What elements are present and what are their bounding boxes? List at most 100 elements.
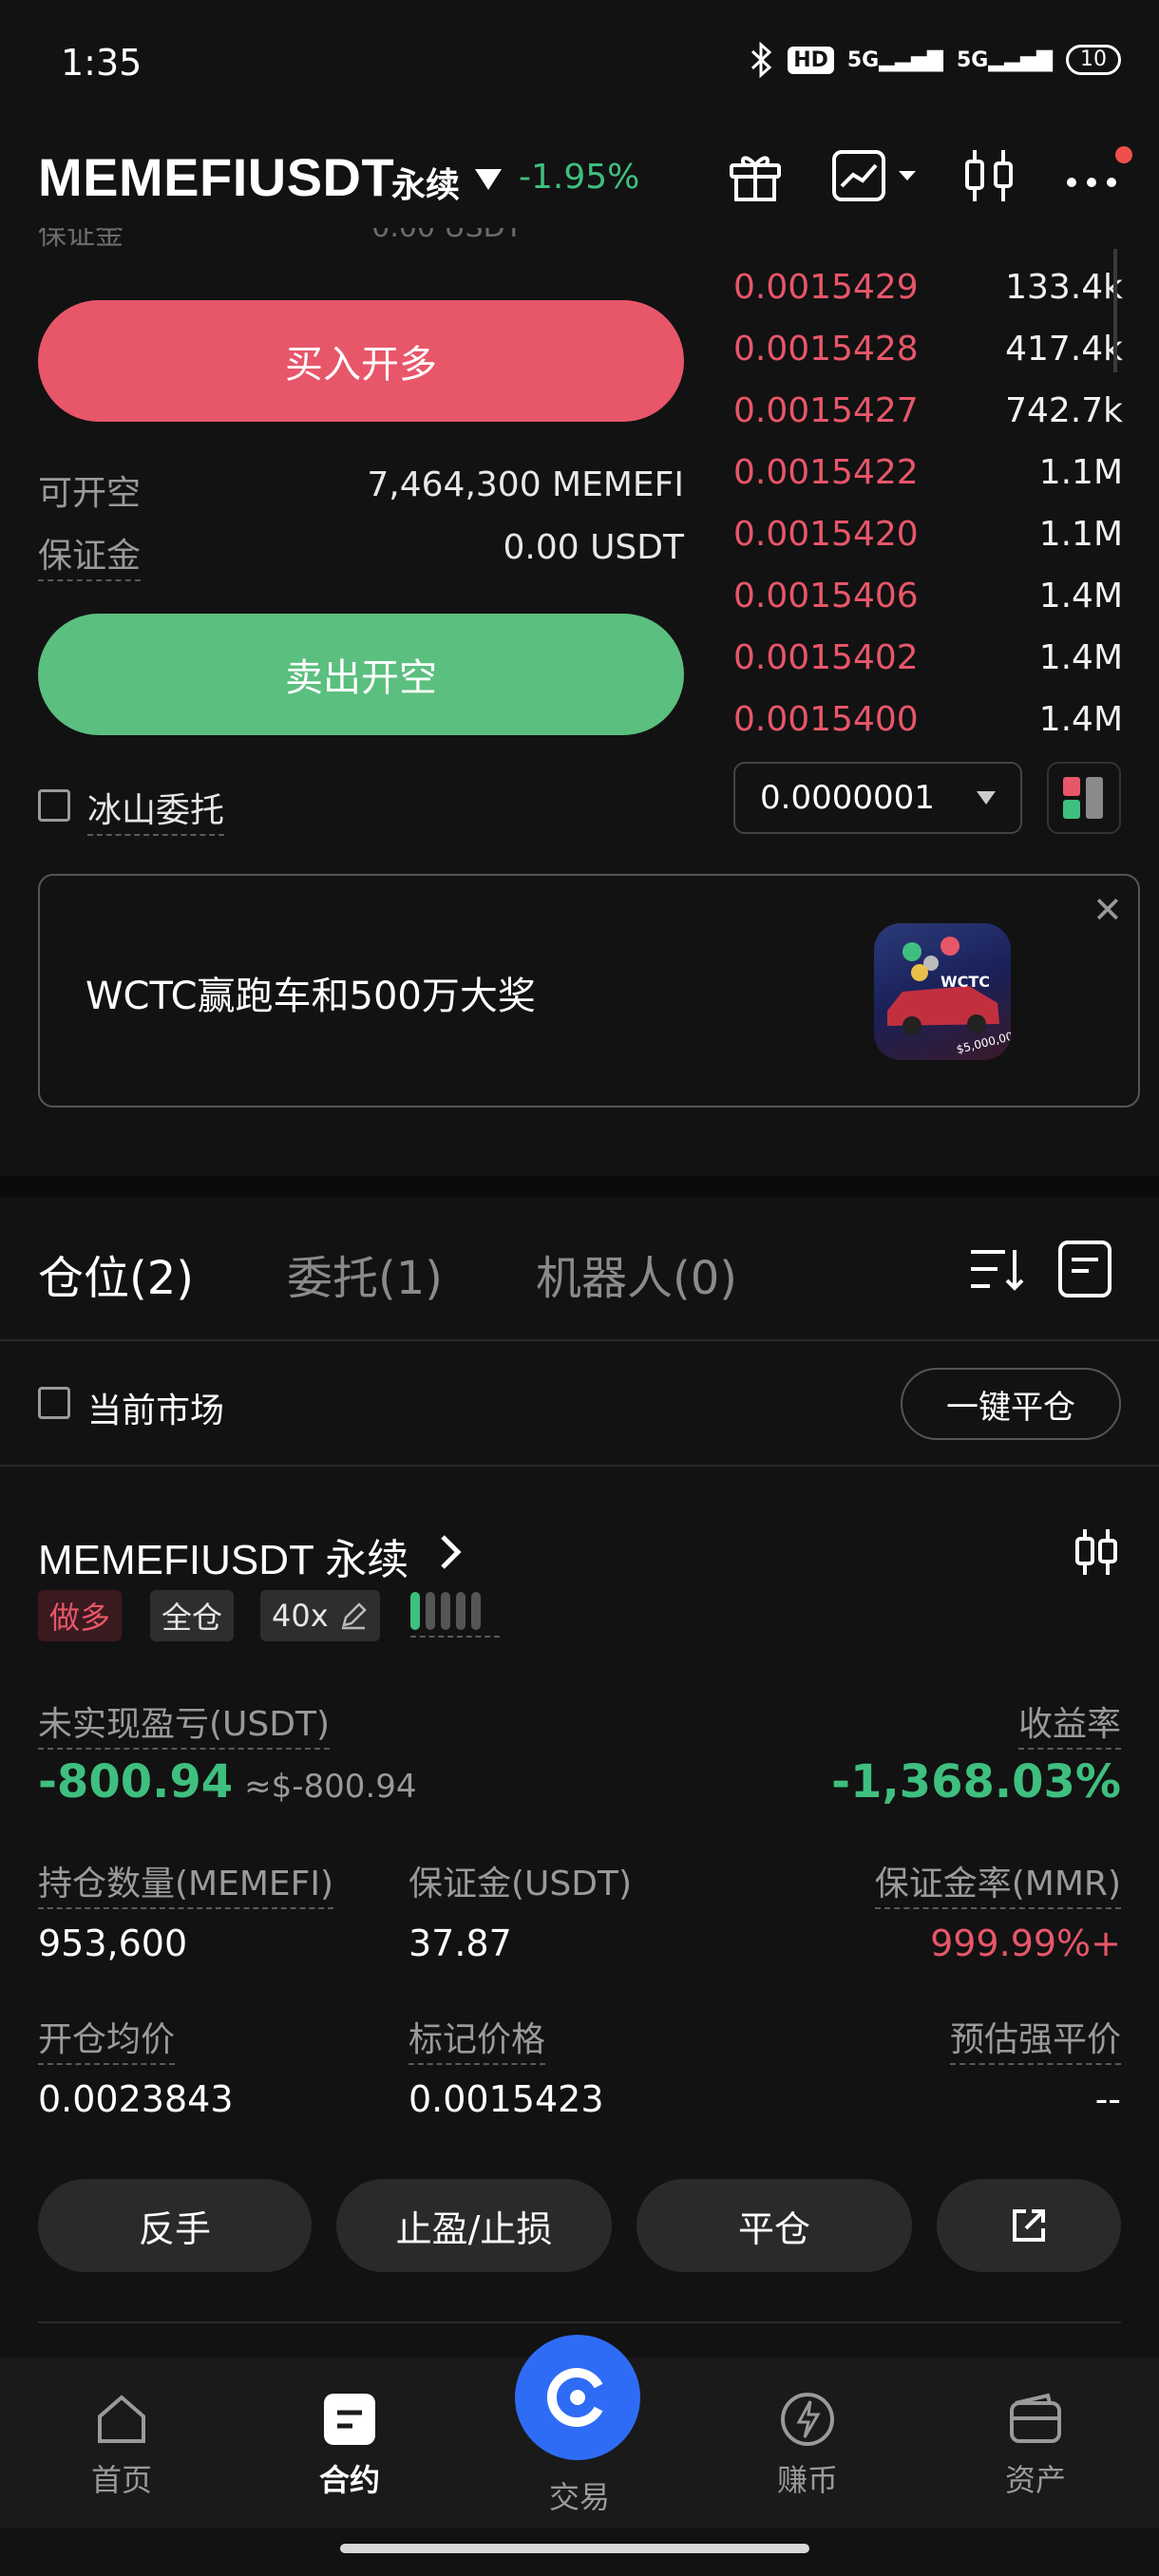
unrealized-pnl-usd: ≈$-800.94 [244,1768,417,1806]
nav-earn[interactable]: 赚币 [741,2390,874,2500]
sell-short-button[interactable]: 卖出开空 [38,614,684,735]
tab-positions[interactable]: 仓位(2) [38,1241,194,1307]
margin-label: 保证金 [38,537,142,581]
reverse-button[interactable]: 反手 [38,2179,312,2272]
chart-menu-icon[interactable] [830,142,925,209]
signal-icon-1: 5G▂▃▅▇ [846,47,943,72]
futures-icon [324,2394,375,2445]
bluetooth-icon [751,42,772,78]
ask-qty: 1.1M [1038,515,1123,554]
adl-indicator [410,1592,481,1630]
nav-trade-label: 交易 [548,2479,610,2515]
ask-qty: 1.4M [1038,638,1123,677]
edit-icon [341,1602,367,1630]
orderbook-layout-button[interactable] [1047,762,1121,834]
ask-qty: 133.4k [1005,268,1123,307]
mmr-value: 999.99%+ [930,1923,1121,1964]
hd-badge: HD [788,46,834,74]
adl-underline [410,1636,500,1638]
entry-price-value: 0.0023843 [38,2078,234,2120]
size-value: 953,600 [38,1923,188,1964]
orderbook-ask-row[interactable]: 0.0015427 742.7k [733,380,1123,442]
orderbook-ask-row[interactable]: 0.0015429 133.4k [733,256,1123,318]
signal-icon-2: 5G▂▃▅▇ [956,47,1053,72]
wallet-icon [1010,2393,1061,2443]
candlestick-icon[interactable] [956,142,1022,209]
divider [0,1339,1159,1341]
close-all-button[interactable]: 一键平仓 [901,1368,1121,1440]
history-icon[interactable] [1056,1239,1113,1303]
ask-price: 0.0015400 [733,700,919,739]
unrealized-pnl-label: 未实现盈亏(USDT) [38,1705,331,1750]
chevron-right-icon[interactable] [437,1531,466,1577]
banner-image[interactable]: WCTC $5,000,000 [874,923,1011,1060]
precision-select[interactable]: 0.0000001 [733,762,1022,834]
orderbook-ask-row[interactable]: 0.0015428 417.4k [733,318,1123,380]
unrealized-pnl-value: -800.94 [38,1755,234,1809]
tpsl-button[interactable]: 止盈/止损 [336,2179,612,2272]
home-icon [98,2395,145,2443]
orderbook-scrollbar[interactable] [1113,249,1117,372]
candlestick-icon[interactable] [1072,1525,1121,1582]
buy-long-button[interactable]: 买入开多 [38,300,684,422]
orderbook-ask-row[interactable]: 0.0015400 1.4M [733,689,1123,750]
orderbook-ask-row[interactable]: 0.0015406 1.4M [733,565,1123,627]
tab-bots[interactable]: 机器人(0) [536,1241,737,1307]
symbol-title[interactable]: MEMEFIUSDT [38,146,394,208]
position-margin-value: 37.87 [408,1923,512,1964]
caret-down-icon [977,791,996,805]
liq-price-value: -- [1094,2078,1121,2120]
orderbook-ask-row[interactable]: 0.0015402 1.4M [733,627,1123,689]
layout-icon [1063,777,1103,819]
status-time: 1:35 [61,42,142,84]
iceberg-label[interactable]: 冰山委托 [87,791,225,836]
nav-assets-label: 资产 [1004,2462,1066,2498]
ask-price: 0.0015420 [733,515,919,554]
roe-value: -1,368.03% [831,1755,1121,1809]
banner-text[interactable]: WCTC赢跑车和500万大奖 [86,965,536,1020]
sort-icon[interactable] [967,1242,1026,1299]
nav-futures[interactable]: 合约 [283,2390,416,2500]
ask-price: 0.0015402 [733,638,919,677]
nav-home[interactable]: 首页 [55,2390,188,2500]
position-margin-label: 保证金(USDT) [408,1865,633,1904]
leverage-tag[interactable]: 40x [260,1590,380,1641]
gift-icon[interactable] [722,142,788,209]
ask-price: 0.0015429 [733,268,919,307]
contract-type[interactable]: 永续 [391,158,460,207]
tab-orders[interactable]: 委托(1) [287,1241,443,1307]
battery-icon: 10 [1066,45,1121,75]
close-position-button[interactable]: 平仓 [636,2179,912,2272]
current-market-checkbox[interactable] [38,1387,70,1419]
size-label: 持仓数量(MEMEFI) [38,1865,334,1909]
roe-label: 收益率 [1017,1705,1121,1750]
price-change: -1.95% [519,158,640,197]
nav-futures-label: 合约 [318,2462,380,2498]
section-divider [0,1176,1159,1197]
home-indicator[interactable] [340,2544,809,2553]
orderbook-ask-row[interactable]: 0.0015422 1.1M [733,442,1123,503]
orderbook-ask-row[interactable]: 0.0015420 1.1M [733,503,1123,565]
mmr-label: 保证金率(MMR) [874,1865,1121,1909]
trade-fab[interactable] [515,2335,640,2460]
iceberg-checkbox[interactable] [38,789,70,822]
close-icon[interactable]: ✕ [1092,889,1123,931]
position-title[interactable]: MEMEFIUSDT 永续 [38,1525,408,1586]
leverage-value: 40x [272,1598,329,1634]
nav-home-label: 首页 [90,2462,152,2498]
available-short-value: 7,464,300 MEMEFI [367,465,684,504]
current-market-label[interactable]: 当前市场 [87,1383,224,1432]
margin-value: 0.00 USDT [503,528,684,567]
liq-price-label: 预估强平价 [949,2020,1121,2065]
ask-price: 0.0015428 [733,330,919,369]
divider [0,1465,1159,1467]
ask-qty: 1.4M [1038,700,1123,739]
nav-assets[interactable]: 资产 [969,2390,1102,2500]
mark-price-label: 标记价格 [408,2020,546,2065]
ask-qty: 1.4M [1038,577,1123,616]
divider [38,2321,1121,2323]
share-icon [1013,2209,1045,2242]
nav-trade[interactable]: 交易 [513,2473,646,2517]
caret-down-icon[interactable] [475,169,502,190]
share-button[interactable] [937,2179,1121,2272]
